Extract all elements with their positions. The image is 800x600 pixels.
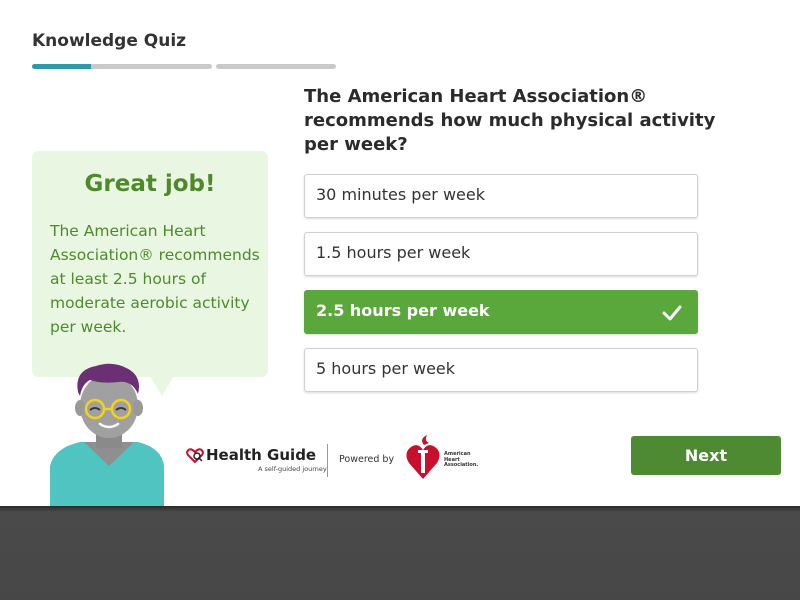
- answer-option-3-selected[interactable]: 2.5 hours per week: [304, 290, 698, 334]
- answer-option-2[interactable]: 1.5 hours per week: [304, 232, 698, 276]
- guide-avatar-illustration: [50, 363, 164, 507]
- feedback-title: Great job!: [84, 171, 216, 197]
- checkmark-icon: [662, 305, 682, 321]
- quiz-title: Knowledge Quiz: [32, 31, 187, 51]
- next-button[interactable]: Next: [631, 436, 781, 475]
- progress-bar: [32, 64, 336, 70]
- aha-wordmark: American Heart Association.: [444, 451, 479, 469]
- progress-segment-1: [32, 64, 212, 69]
- answer-option-1[interactable]: 30 minutes per week: [304, 174, 698, 218]
- answer-option-label: 30 minutes per week: [316, 185, 485, 204]
- progress-fill: [32, 64, 92, 69]
- logo-tagline: A self-guided journey: [258, 465, 327, 473]
- powered-by-text: Powered by: [339, 454, 395, 465]
- aha-wordmark-line: Association.: [444, 462, 479, 468]
- logo-divider: [327, 444, 328, 477]
- answer-option-label: 5 hours per week: [316, 359, 456, 378]
- footer-bar: [0, 506, 800, 600]
- question-text: The American Heart Association® recommen…: [304, 86, 716, 155]
- feedback-text: The American Heart Association® recommen…: [50, 222, 260, 336]
- answer-option-label: 1.5 hours per week: [316, 243, 471, 262]
- heart-search-icon: [186, 448, 204, 464]
- feedback-bubble: Great job! The American Heart Associatio…: [32, 151, 268, 377]
- answer-option-4[interactable]: 5 hours per week: [304, 348, 698, 392]
- answer-option-label: 2.5 hours per week: [316, 301, 490, 320]
- logo-name: Health Guide: [206, 446, 317, 464]
- health-guide-logo: Health Guide A self-guided journey: [186, 446, 327, 477]
- progress-segment-2: [216, 64, 336, 69]
